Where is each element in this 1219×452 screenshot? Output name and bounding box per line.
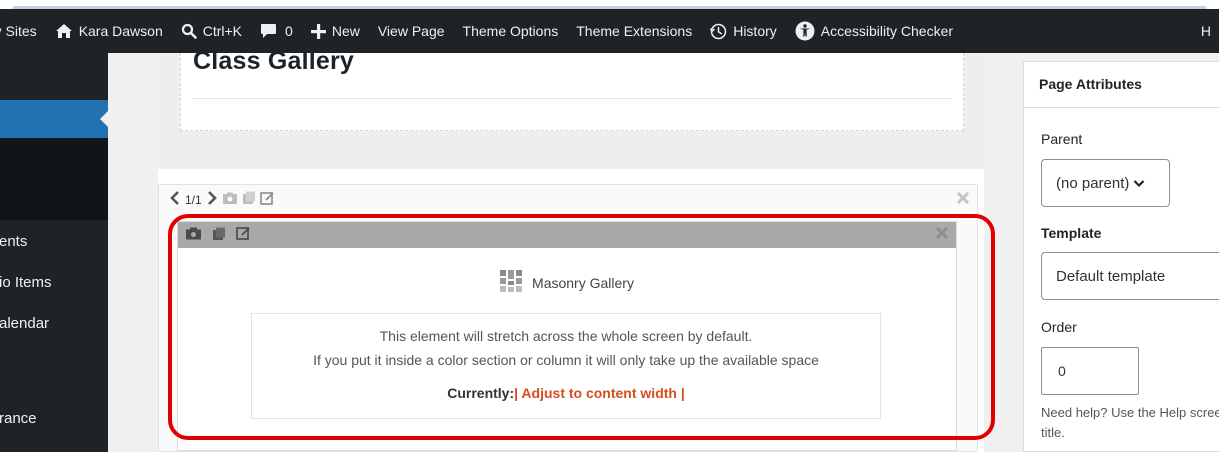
admin-bar: My Sites Kara Dawson Ctrl+K 0 New: [0, 9, 1219, 53]
element-copy-icon[interactable]: [212, 227, 226, 244]
site-name-link[interactable]: Kara Dawson: [46, 9, 172, 53]
masonry-gallery-element[interactable]: Masonry Gallery This element will stretc…: [177, 221, 957, 451]
title-section: Class Gallery: [158, 47, 984, 169]
page-title: Class Gallery: [193, 47, 355, 75]
element-edit-icon[interactable]: [236, 226, 251, 244]
order-label: Order: [1041, 319, 1077, 335]
help-text: Need help? Use the Help screen title.: [1041, 405, 1219, 440]
current-menu-arrow: [100, 111, 108, 127]
top-strip: [0, 0, 1219, 9]
howdy-label: H: [1200, 23, 1211, 39]
menu-item-appearance[interactable]: rance: [0, 410, 107, 427]
menu-submenu: [0, 138, 108, 220]
template-select[interactable]: Default template: [1041, 252, 1219, 300]
element-info-box: This element will stretch across the who…: [251, 313, 881, 419]
template-select-value: Default template: [1056, 267, 1166, 285]
menu-item-calendar[interactable]: alendar: [0, 315, 107, 332]
element-toolbar: [178, 222, 956, 248]
template-label: Template: [1041, 225, 1102, 241]
view-page-label: View Page: [377, 23, 445, 39]
screenshot-frame: My Sites Kara Dawson Ctrl+K 0 New: [0, 0, 1219, 452]
title-divider: [193, 98, 951, 99]
search-shortcut-label: Ctrl+K: [202, 23, 243, 39]
heading-element[interactable]: Class Gallery: [180, 47, 964, 131]
theme-options-link[interactable]: Theme Options: [454, 9, 568, 53]
info-text-line2: If you put it inside a color section or …: [313, 352, 819, 368]
info-text-line1: This element will stretch across the who…: [379, 328, 753, 344]
accessibility-icon: [795, 21, 815, 41]
admin-menu: ents io Items alendar rance: [0, 53, 108, 452]
currently-label: Currently:: [447, 385, 515, 401]
menu-item-portfolio[interactable]: io Items: [0, 274, 107, 291]
home-icon: [55, 23, 73, 39]
my-sites-link[interactable]: My Sites: [0, 9, 46, 53]
section-close-icon[interactable]: [956, 191, 970, 207]
page-attributes-panel: Page Attributes Parent (no parent) Templ…: [1023, 61, 1219, 452]
history-icon: [710, 23, 727, 40]
menu-item-pages-current[interactable]: [0, 100, 108, 138]
comment-bubble-icon: [260, 23, 277, 39]
chevron-down-icon: [1133, 175, 1145, 192]
search-icon: [181, 23, 197, 39]
comments-count: 0: [285, 23, 293, 39]
my-account-link[interactable]: H: [1201, 9, 1211, 53]
masonry-grid-icon: [500, 270, 523, 295]
plus-icon: [310, 23, 326, 39]
copy-icon[interactable]: [242, 191, 256, 208]
page-attributes-title[interactable]: Page Attributes: [1024, 62, 1219, 108]
theme-extensions-label: Theme Extensions: [576, 23, 693, 39]
chevron-left-icon[interactable]: [169, 191, 181, 208]
editor-content-area: Class Gallery 1/1 Masonry Gallery This e…: [108, 47, 1011, 452]
order-input[interactable]: 0: [1041, 347, 1139, 395]
parent-label: Parent: [1041, 131, 1083, 147]
chevron-right-icon[interactable]: [206, 191, 218, 208]
parent-select[interactable]: (no parent): [1041, 159, 1170, 207]
fullwidth-section: 1/1 Masonry Gallery This element will st…: [158, 184, 978, 452]
view-page-link[interactable]: View Page: [369, 9, 454, 53]
current-width-setting: Currently:| Adjust to content width |: [252, 385, 880, 401]
theme-extensions-link[interactable]: Theme Extensions: [567, 9, 701, 53]
theme-options-label: Theme Options: [462, 23, 559, 39]
parent-select-value: (no parent): [1056, 174, 1130, 192]
site-name-label: Kara Dawson: [78, 23, 163, 39]
section-toolbar: 1/1: [159, 185, 977, 214]
element-close-icon[interactable]: [935, 226, 949, 242]
edit-icon[interactable]: [259, 191, 275, 209]
accessibility-label: Accessibility Checker: [820, 23, 954, 39]
currently-value[interactable]: | Adjust to content width |: [514, 385, 685, 401]
element-title: Masonry Gallery: [178, 270, 956, 295]
history-link[interactable]: History: [701, 9, 786, 53]
builder-canvas: Class Gallery 1/1 Masonry Gallery This e…: [158, 47, 984, 452]
new-label: New: [331, 23, 360, 39]
element-name: Masonry Gallery: [532, 274, 634, 291]
element-camera-icon[interactable]: [185, 227, 202, 243]
history-label: History: [733, 23, 777, 39]
menu-item-comments[interactable]: ents: [0, 233, 107, 250]
my-sites-label: My Sites: [0, 23, 37, 39]
pager-label: 1/1: [185, 192, 202, 207]
camera-icon[interactable]: [222, 192, 238, 208]
right-sidebar: Page Attributes Parent (no parent) Templ…: [1011, 53, 1219, 452]
accessibility-checker-link[interactable]: Accessibility Checker: [786, 9, 962, 53]
